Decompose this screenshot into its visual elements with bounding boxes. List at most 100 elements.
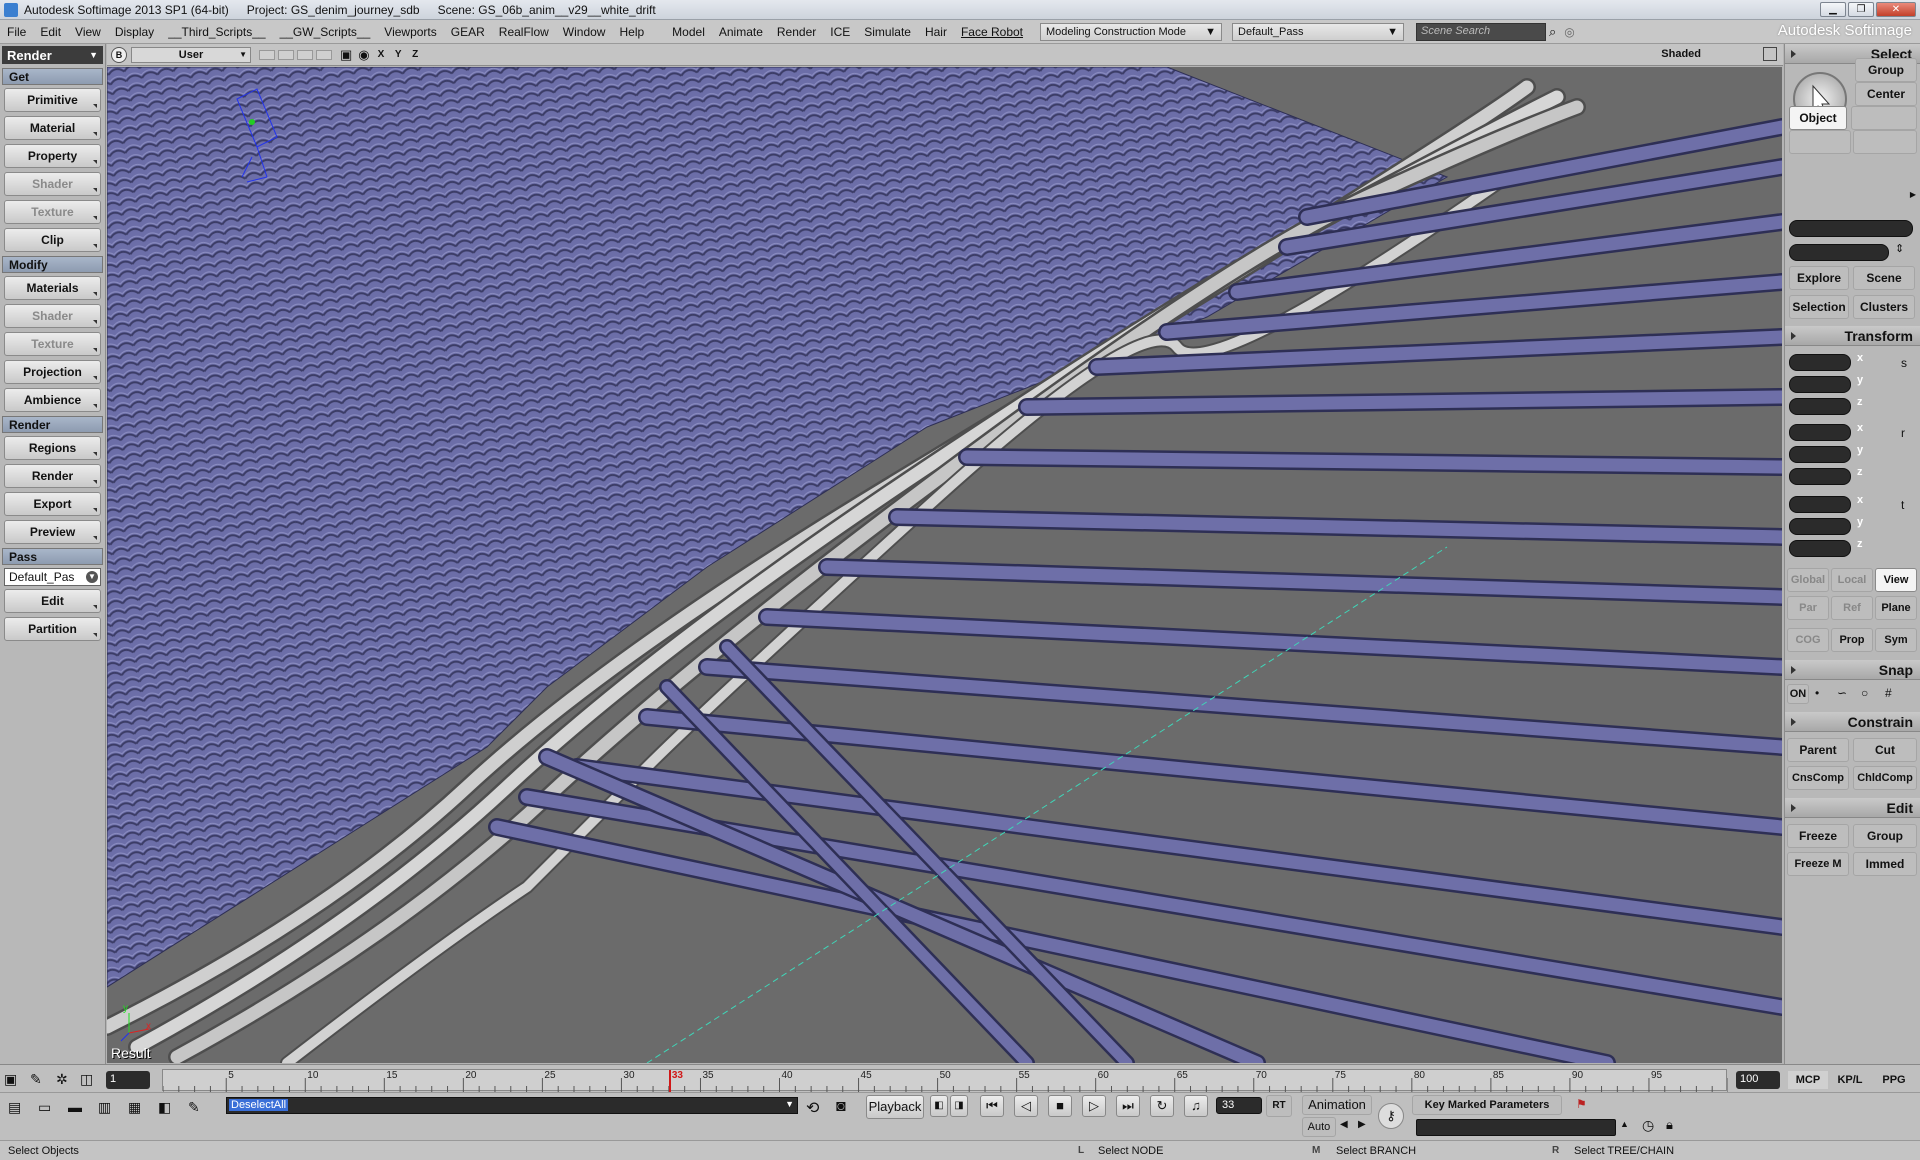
translate-x-field[interactable] (1789, 496, 1851, 513)
camera-snapshot-icon[interactable]: ◙ (836, 1098, 846, 1116)
layout-quad-icon[interactable]: ▦ (128, 1099, 141, 1116)
layout-split-icon[interactable]: ◧ (158, 1099, 171, 1116)
select-group-button[interactable]: Group (1855, 58, 1917, 82)
menu-file[interactable]: File (0, 25, 33, 39)
maximize-viewport-icon[interactable] (1763, 47, 1777, 61)
viewport-letter-button[interactable]: B (111, 46, 127, 63)
layout-top-icon[interactable]: ▭ (38, 1099, 51, 1116)
rotate-z-field[interactable] (1789, 468, 1851, 485)
lock-icon[interactable]: 🔒︎ (1666, 1117, 1673, 1133)
material-button[interactable]: Material (4, 116, 101, 140)
eye-icon[interactable]: ◉ (358, 47, 369, 63)
snap-section-header[interactable]: Snap (1785, 660, 1920, 680)
modify-section-header[interactable]: Modify (2, 256, 103, 273)
view-button[interactable]: View (1875, 568, 1917, 592)
current-frame-field[interactable]: 33 (1216, 1097, 1262, 1114)
module-animate[interactable]: Animate (712, 25, 770, 39)
clip-button[interactable]: Clip (4, 228, 101, 252)
loop-icon[interactable]: ↻ (1150, 1095, 1174, 1117)
tab-kpl[interactable]: KP/L (1830, 1071, 1870, 1089)
realtime-button[interactable]: RT (1266, 1095, 1292, 1117)
pass-edit-button[interactable]: Edit (4, 589, 101, 613)
export-button[interactable]: Export (4, 492, 101, 516)
sym-button[interactable]: Sym (1875, 628, 1917, 652)
timeline-ruler[interactable]: 5 10 15 20 25 30 35 40 45 50 55 60 65 70 75 80 85 90 95 33 (162, 1069, 1728, 1092)
selection-text-field[interactable] (1789, 220, 1913, 237)
render-section-header[interactable]: Render (2, 416, 103, 433)
preview-button[interactable]: Preview (4, 520, 101, 544)
parent-button[interactable]: Parent (1787, 738, 1849, 762)
camera-icon[interactable]: ▣ (340, 47, 352, 63)
filter-slot-button[interactable] (1789, 130, 1851, 154)
partition-button[interactable]: Partition (4, 617, 101, 641)
prev-keyframe-icon[interactable]: ◀ (1340, 1119, 1348, 1130)
chevron-down-icon[interactable]: ▼ (785, 1099, 794, 1109)
pass-dropdown[interactable]: Default_Pass ▼ (1232, 22, 1405, 41)
cut-button[interactable]: Cut (1853, 738, 1917, 762)
freeze-m-button[interactable]: Freeze M (1787, 852, 1849, 876)
menu-realflow[interactable]: RealFlow (492, 25, 556, 39)
par-button[interactable]: Par (1787, 596, 1829, 620)
menu-display[interactable]: Display (108, 25, 161, 39)
chevron-right-icon[interactable]: ▶ (1910, 190, 1916, 199)
transform-section-header[interactable]: Transform (1785, 326, 1920, 346)
audio-icon[interactable]: ♫ (1184, 1095, 1208, 1117)
auto-key-button[interactable]: Auto (1302, 1117, 1336, 1137)
global-button[interactable]: Global (1787, 568, 1829, 592)
clock-icon[interactable]: ◷ (1642, 1117, 1654, 1134)
snap-grid-icon[interactable]: # (1885, 686, 1892, 700)
scale-x-field[interactable] (1789, 354, 1851, 371)
module-render[interactable]: Render (770, 25, 823, 39)
pass-selector[interactable]: Default_Pas ▼ (4, 568, 101, 586)
texture-button[interactable]: Texture (4, 200, 101, 224)
first-frame-icon[interactable]: ⏮ (980, 1095, 1004, 1117)
end-frame-field[interactable]: 100 (1736, 1071, 1780, 1089)
cnscomp-button[interactable]: CnsComp (1787, 766, 1849, 790)
translate-z-field[interactable] (1789, 540, 1851, 557)
module-simulate[interactable]: Simulate (857, 25, 918, 39)
ambience-button[interactable]: Ambience (4, 388, 101, 412)
filter-slot-button[interactable] (1851, 106, 1917, 130)
module-model[interactable]: Model (665, 25, 712, 39)
materials-button[interactable]: Materials (4, 276, 101, 300)
menu-help[interactable]: Help (612, 25, 651, 39)
current-frame-marker[interactable] (668, 1070, 671, 1092)
construction-mode-dropdown[interactable]: Modeling Construction Mode ▼ (1040, 22, 1223, 41)
search-icon[interactable]: ⌕ (1549, 24, 1556, 40)
chevron-up-icon[interactable]: ▲ (1620, 1119, 1629, 1129)
render-button[interactable]: Render (4, 464, 101, 488)
menu-gw-scripts[interactable]: __GW_Scripts__ (273, 25, 378, 39)
script-editor-icon[interactable]: ⟲ (806, 1098, 819, 1118)
animation-menu-button[interactable]: Animation (1302, 1095, 1372, 1115)
edit-group-button[interactable]: Group (1853, 824, 1917, 848)
command-line-input[interactable]: DeselectAll ▼ (226, 1097, 798, 1114)
immed-button[interactable]: Immed (1853, 852, 1917, 876)
scene-button[interactable]: Scene (1853, 266, 1915, 290)
next-key-icon[interactable]: ◨ (950, 1095, 968, 1117)
translate-y-field[interactable] (1789, 518, 1851, 535)
local-button[interactable]: Local (1831, 568, 1873, 592)
pass-section-header[interactable]: Pass (2, 548, 103, 565)
selection-filter-field[interactable] (1789, 244, 1889, 261)
scene-search-input[interactable]: Scene Search (1416, 22, 1547, 41)
module-hair[interactable]: Hair (918, 25, 954, 39)
start-frame-field[interactable]: 1 (106, 1071, 150, 1089)
rotate-y-field[interactable] (1789, 446, 1851, 463)
module-face-robot[interactable]: Face Robot (954, 25, 1030, 39)
scale-z-field[interactable] (1789, 398, 1851, 415)
primitive-button[interactable]: Primitive (4, 88, 101, 112)
prop-button[interactable]: Prop (1831, 628, 1873, 652)
module-ice[interactable]: ICE (823, 25, 857, 39)
selection-button[interactable]: Selection (1789, 295, 1849, 319)
menu-edit[interactable]: Edit (33, 25, 68, 39)
maximize-button[interactable]: ❐ (1848, 2, 1874, 17)
select-center-button[interactable]: Center (1855, 82, 1917, 106)
snap-point-icon[interactable]: • (1815, 686, 1819, 700)
refresh-icon[interactable]: ◎ (1564, 25, 1574, 39)
play-backward-icon[interactable]: ◁ (1014, 1095, 1038, 1117)
get-section-header[interactable]: Get (2, 68, 103, 85)
tab-ppg[interactable]: PPG (1874, 1071, 1914, 1089)
prev-key-icon[interactable]: ◧ (930, 1095, 948, 1117)
explore-button[interactable]: Explore (1789, 266, 1849, 290)
minimize-button[interactable]: ▁ (1820, 2, 1846, 17)
